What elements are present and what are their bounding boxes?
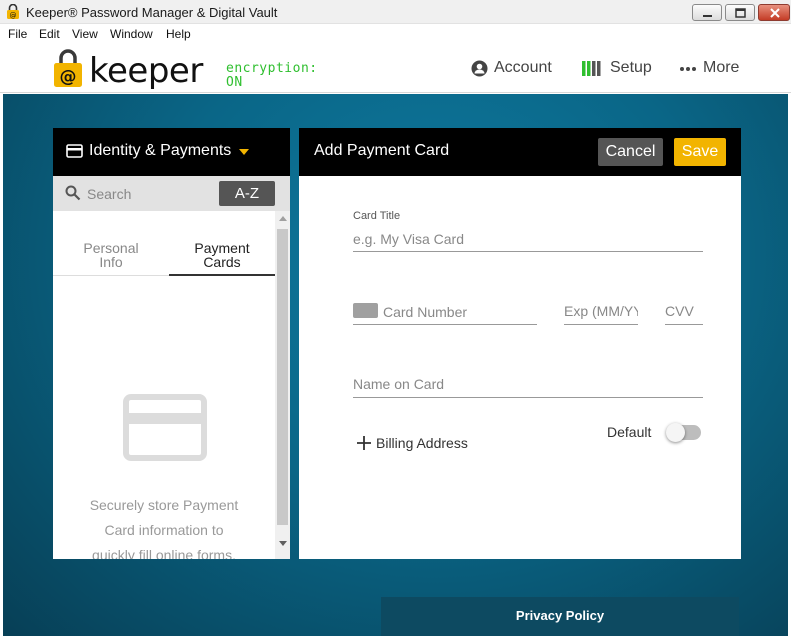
app-header: @ keeper encryption: ON Account Setup Mo… <box>0 44 791 93</box>
toggle-knob <box>666 423 685 442</box>
encryption-label: encryption: <box>226 61 318 76</box>
account-menu[interactable]: Account <box>471 59 552 77</box>
empty-state-line: Card information to <box>104 522 224 538</box>
tab-personal-info-line1: Personal <box>83 240 139 256</box>
payment-card-placeholder-icon <box>123 394 207 461</box>
category-label: Identity & Payments <box>89 142 232 159</box>
cancel-button[interactable]: Cancel <box>598 138 663 166</box>
chevron-down-icon <box>239 149 249 155</box>
cvv-input[interactable] <box>665 298 703 325</box>
name-on-card-input[interactable] <box>353 371 703 398</box>
privacy-policy-link[interactable]: Privacy Policy <box>381 608 739 623</box>
search-input[interactable] <box>87 184 213 204</box>
setup-menu[interactable]: Setup <box>582 59 652 77</box>
setup-label: Setup <box>610 59 652 76</box>
record-type-tabs: Personal Info Payment Cards <box>53 211 275 277</box>
menu-file[interactable]: File <box>8 27 27 41</box>
sidebar-panel: Identity & Payments A-Z Personal Info Pa… <box>53 128 290 559</box>
add-card-form-panel: Add Payment Card Cancel Save Card Title … <box>299 128 741 559</box>
empty-state-line: quickly fill online forms. <box>92 547 236 559</box>
tab-payment-cards-line1: Payment <box>194 240 250 256</box>
scrollbar-thumb[interactable] <box>277 229 288 525</box>
keeper-logo-lock-icon: @ <box>54 49 82 87</box>
empty-state-line: Securely store Payment <box>89 497 239 513</box>
svg-text:@: @ <box>10 12 17 20</box>
search-icon <box>65 185 81 201</box>
sidebar-scrollbar[interactable] <box>275 211 290 559</box>
tab-personal-info-line2: Info <box>99 254 123 270</box>
tab-payment-cards[interactable]: Payment Cards <box>169 241 275 269</box>
account-icon <box>471 60 488 76</box>
scroll-up-arrow-icon[interactable] <box>279 216 287 221</box>
title-bar: @ Keeper® Password Manager & Digital Vau… <box>0 0 791 24</box>
expiration-input[interactable] <box>564 298 638 325</box>
more-label: More <box>703 59 740 76</box>
setup-progress-icon <box>582 60 601 76</box>
menu-edit[interactable]: Edit <box>39 27 60 41</box>
keeper-app-icon: @ <box>7 4 19 20</box>
close-button[interactable] <box>758 4 790 21</box>
card-number-input[interactable] <box>383 298 537 325</box>
more-menu[interactable]: More <box>679 59 739 77</box>
maximize-button[interactable] <box>725 4 755 21</box>
sort-az-button[interactable]: A-Z <box>219 181 275 206</box>
default-toggle[interactable] <box>666 423 701 442</box>
close-icon <box>770 8 780 18</box>
category-dropdown[interactable]: Identity & Payments <box>53 128 290 176</box>
add-billing-address-button[interactable]: Billing Address <box>357 435 468 451</box>
minimize-button[interactable] <box>692 4 722 21</box>
more-dots-icon <box>680 66 696 71</box>
default-label: Default <box>607 424 652 440</box>
active-tab-indicator <box>169 274 275 276</box>
keeper-logo-text: keeper <box>89 51 203 91</box>
encryption-status: ON <box>226 75 243 90</box>
billing-address-label: Billing Address <box>376 435 468 451</box>
window-title: Keeper® Password Manager & Digital Vault <box>26 5 278 20</box>
menu-window[interactable]: Window <box>110 27 153 41</box>
card-brand-icon <box>353 303 378 318</box>
save-button[interactable]: Save <box>674 138 726 166</box>
card-title-label: Card Title <box>353 210 401 222</box>
menu-help[interactable]: Help <box>166 27 191 41</box>
menu-bar: File Edit View Window Help <box>0 24 791 44</box>
plus-icon <box>357 436 371 450</box>
maximize-icon <box>735 8 746 18</box>
empty-state-message: Securely store Payment Card information … <box>63 493 265 559</box>
form-title: Add Payment Card <box>314 142 450 159</box>
footer-bar: Privacy Policy <box>381 597 739 636</box>
tab-payment-cards-line2: Cards <box>203 254 241 270</box>
encryption-indicator: encryption: ON <box>226 62 318 90</box>
card-title-input[interactable] <box>353 226 703 252</box>
tab-personal-info[interactable]: Personal Info <box>58 241 164 269</box>
search-bar: A-Z <box>53 176 290 211</box>
svg-text:@: @ <box>60 67 77 87</box>
minimize-icon <box>703 15 712 17</box>
form-header: Add Payment Card Cancel Save <box>299 128 741 176</box>
menu-view[interactable]: View <box>72 27 98 41</box>
card-number-underline <box>353 324 537 325</box>
scroll-down-arrow-icon[interactable] <box>279 541 287 546</box>
account-label: Account <box>494 59 552 76</box>
credit-card-icon <box>66 144 83 158</box>
